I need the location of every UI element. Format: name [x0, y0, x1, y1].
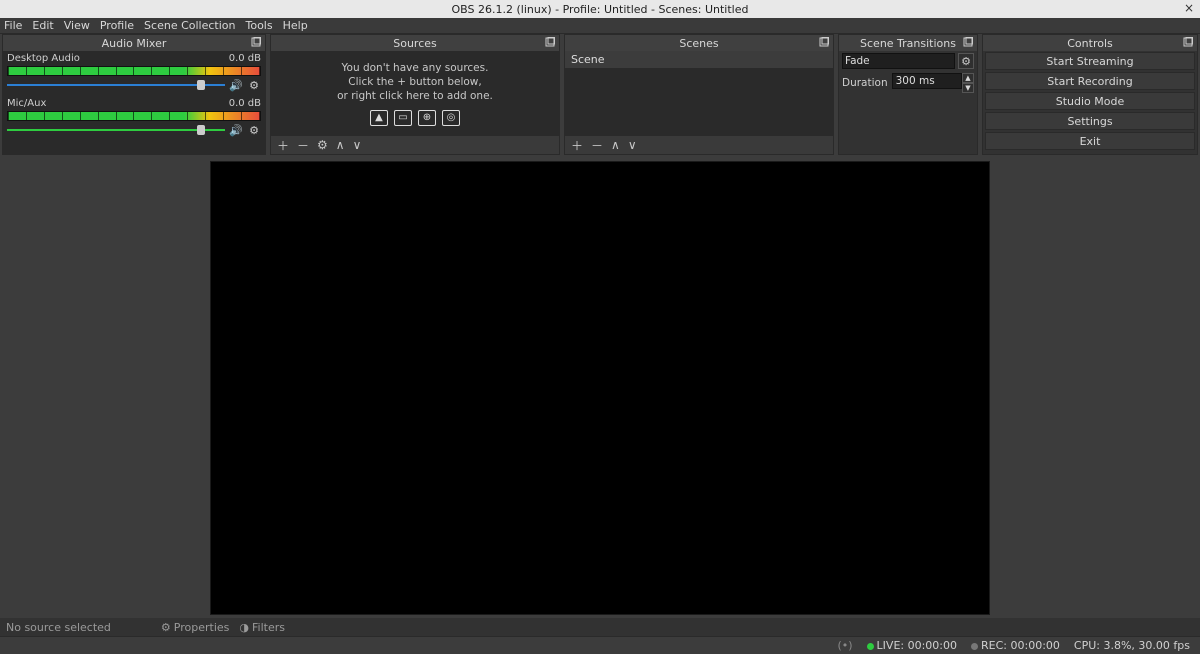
mixer-channel-desktop-audio: Desktop Audio 0.0 dB 🔊 ⚙ — [3, 51, 265, 96]
popout-icon[interactable] — [249, 35, 263, 49]
popout-icon[interactable] — [543, 35, 557, 49]
sources-empty-message: You don't have any sources. Click the + … — [271, 51, 559, 130]
settings-button[interactable]: Settings — [985, 112, 1195, 130]
scene-transitions-body: Fade ⚙ Duration ▲ ▼ — [839, 51, 977, 95]
audio-mixer-body: Desktop Audio 0.0 dB 🔊 ⚙ Mic/Aux 0.0 dB — [3, 51, 265, 154]
spin-up-icon[interactable]: ▲ — [962, 73, 974, 83]
start-recording-button[interactable]: Start Recording — [985, 72, 1195, 90]
source-properties-button[interactable]: ⚙ — [317, 138, 328, 152]
menu-tools[interactable]: Tools — [246, 19, 273, 32]
studio-mode-button[interactable]: Studio Mode — [985, 92, 1195, 110]
duration-input[interactable] — [892, 73, 962, 89]
preview-area — [0, 155, 1200, 618]
image-source-icon: ▲ — [370, 110, 388, 126]
volume-slider[interactable] — [7, 127, 225, 133]
channel-level: 0.0 dB — [229, 98, 261, 109]
audio-mixer-title: Audio Mixer — [102, 37, 167, 50]
properties-button[interactable]: ⚙ Properties — [161, 621, 229, 634]
mixer-channel-mic-aux: Mic/Aux 0.0 dB 🔊 ⚙ — [3, 96, 265, 141]
sources-footer: ＋ － ⚙ ∧ ∨ — [271, 136, 559, 154]
menu-view[interactable]: View — [64, 19, 90, 32]
popout-icon[interactable] — [817, 35, 831, 49]
remove-source-button[interactable]: － — [297, 137, 309, 154]
menu-profile[interactable]: Profile — [100, 19, 134, 32]
channel-name: Desktop Audio — [7, 53, 80, 64]
sources-body[interactable]: You don't have any sources. Click the + … — [271, 51, 559, 136]
gear-icon[interactable]: ⚙ — [247, 123, 261, 137]
source-toolbar: No source selected ⚙ Properties ◑ Filter… — [0, 618, 1200, 636]
spin-down-icon[interactable]: ▼ — [962, 83, 974, 93]
scene-item[interactable]: Scene — [565, 51, 833, 68]
network-icon: (•) — [837, 639, 852, 652]
controls-dock: Controls Start Streaming Start Recording… — [982, 34, 1198, 155]
window-titlebar: OBS 26.1.2 (linux) - Profile: Untitled -… — [0, 0, 1200, 18]
scenes-title: Scenes — [679, 37, 718, 50]
volume-meter — [7, 111, 261, 121]
channel-level: 0.0 dB — [229, 53, 261, 64]
globe-icon: ⊕ — [418, 110, 436, 126]
move-up-button[interactable]: ∧ — [611, 138, 620, 152]
remove-scene-button[interactable]: － — [591, 137, 603, 154]
display-capture-icon: ▭ — [394, 110, 412, 126]
sources-header[interactable]: Sources — [271, 35, 559, 51]
filters-button[interactable]: ◑ Filters — [239, 621, 285, 634]
popout-icon[interactable] — [961, 35, 975, 49]
move-down-button[interactable]: ∨ — [628, 138, 637, 152]
popout-icon[interactable] — [1181, 35, 1195, 49]
channel-name: Mic/Aux — [7, 98, 46, 109]
sources-dock: Sources You don't have any sources. Clic… — [270, 34, 560, 155]
duration-label: Duration — [842, 77, 888, 89]
menubar: File Edit View Profile Scene Collection … — [0, 18, 1200, 34]
speaker-icon[interactable]: 🔊 — [229, 123, 243, 137]
close-icon[interactable]: × — [1184, 1, 1194, 15]
audio-mixer-dock: Audio Mixer Desktop Audio 0.0 dB 🔊 ⚙ — [2, 34, 266, 155]
gear-icon: ⚙ — [161, 621, 171, 634]
docks-row: Audio Mixer Desktop Audio 0.0 dB 🔊 ⚙ — [0, 34, 1200, 155]
live-status: LIVE: 00:00:00 — [867, 639, 957, 652]
preview-canvas[interactable] — [210, 161, 990, 615]
status-bar: (•) LIVE: 00:00:00 REC: 00:00:00 CPU: 3.… — [0, 636, 1200, 654]
menu-edit[interactable]: Edit — [32, 19, 53, 32]
audio-mixer-header[interactable]: Audio Mixer — [3, 35, 265, 51]
controls-body: Start Streaming Start Recording Studio M… — [983, 51, 1197, 151]
filters-icon: ◑ — [239, 621, 249, 634]
exit-button[interactable]: Exit — [985, 132, 1195, 150]
volume-meter — [7, 66, 261, 76]
no-source-selected-label: No source selected — [6, 621, 111, 634]
duration-spinbox[interactable]: ▲ ▼ — [892, 73, 974, 93]
scenes-header[interactable]: Scenes — [565, 35, 833, 51]
scenes-body[interactable]: Scene — [565, 51, 833, 136]
move-up-button[interactable]: ∧ — [336, 138, 345, 152]
scene-transitions-header[interactable]: Scene Transitions — [839, 35, 977, 51]
transition-settings-button[interactable]: ⚙ — [958, 53, 974, 69]
start-streaming-button[interactable]: Start Streaming — [985, 52, 1195, 70]
window-title: OBS 26.1.2 (linux) - Profile: Untitled -… — [452, 3, 749, 16]
scenes-dock: Scenes Scene ＋ － ∧ ∨ — [564, 34, 834, 155]
rec-status: REC: 00:00:00 — [971, 639, 1060, 652]
menu-scene-collection[interactable]: Scene Collection — [144, 19, 235, 32]
transition-select[interactable]: Fade — [842, 53, 955, 69]
menu-help[interactable]: Help — [283, 19, 308, 32]
menu-file[interactable]: File — [4, 19, 22, 32]
gear-icon[interactable]: ⚙ — [247, 78, 261, 92]
cpu-status: CPU: 3.8%, 30.00 fps — [1074, 639, 1190, 652]
scene-transitions-dock: Scene Transitions Fade ⚙ Duration ▲ ▼ — [838, 34, 978, 155]
add-scene-button[interactable]: ＋ — [571, 137, 583, 154]
scene-transitions-title: Scene Transitions — [860, 37, 956, 50]
camera-icon: ◎ — [442, 110, 460, 126]
sources-title: Sources — [393, 37, 437, 50]
controls-header[interactable]: Controls — [983, 35, 1197, 51]
speaker-icon[interactable]: 🔊 — [229, 78, 243, 92]
controls-title: Controls — [1067, 37, 1113, 50]
move-down-button[interactable]: ∨ — [353, 138, 362, 152]
scenes-footer: ＋ － ∧ ∨ — [565, 136, 833, 154]
volume-slider[interactable] — [7, 82, 225, 88]
add-source-button[interactable]: ＋ — [277, 137, 289, 154]
